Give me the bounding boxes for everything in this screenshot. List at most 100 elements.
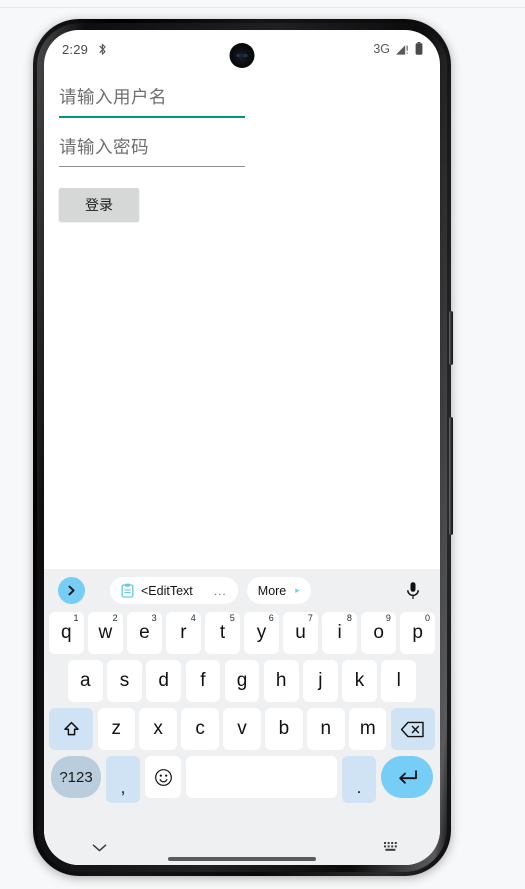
key-s[interactable]: s <box>107 660 142 702</box>
more-chip[interactable]: More ▸ <box>246 577 311 604</box>
key-q-hint: 1 <box>73 613 79 623</box>
key-k[interactable]: k <box>342 660 377 702</box>
key-o[interactable]: 9o <box>361 612 396 654</box>
status-bar-left: 2:29 <box>62 42 108 57</box>
key-e-hint: 3 <box>151 613 157 623</box>
hide-keyboard-button[interactable] <box>90 841 109 854</box>
key-q[interactable]: 1q <box>49 612 84 654</box>
key-f-label: f <box>200 670 206 691</box>
signal-triangle-warning-icon <box>395 43 410 56</box>
voice-input-button[interactable] <box>400 578 426 604</box>
microphone-icon <box>405 581 421 601</box>
key-z[interactable]: z <box>97 708 135 750</box>
power-button[interactable] <box>449 311 453 365</box>
key-l[interactable]: l <box>381 660 417 702</box>
login-button[interactable]: 登录 <box>59 188 139 221</box>
key-m[interactable]: m <box>349 708 387 750</box>
key-v-label: v <box>237 718 247 739</box>
shift-arrow-up-icon <box>61 719 82 740</box>
key-r-label: r <box>180 622 187 643</box>
key-f[interactable]: f <box>185 660 221 702</box>
key-n[interactable]: n <box>307 708 345 750</box>
symbols-key[interactable]: ?123 <box>51 756 101 798</box>
key-a[interactable]: a <box>67 660 103 702</box>
key-g-label: g <box>236 670 248 691</box>
keyboard-row-1: 1q 2w 3e 4r 5t 6y 7u 8i 9o 0p <box>47 612 437 654</box>
key-c-label: c <box>195 718 205 739</box>
key-j[interactable]: j <box>303 660 338 702</box>
password-underline <box>59 166 245 167</box>
username-placeholder: 请输入用户名 <box>59 87 167 107</box>
backspace-delete-icon <box>400 720 425 739</box>
keyboard-switcher-icon <box>383 841 400 853</box>
key-n-label: n <box>320 718 332 739</box>
more-chip-label: More <box>257 583 287 598</box>
key-p-hint: 0 <box>424 613 430 623</box>
key-e[interactable]: 3e <box>127 612 162 654</box>
key-i[interactable]: 8i <box>322 612 357 654</box>
backspace-key[interactable] <box>390 708 435 750</box>
expand-toolbar-button[interactable] <box>58 577 85 604</box>
period-key[interactable]: . <box>342 756 376 803</box>
key-h[interactable]: h <box>263 660 299 702</box>
page-divider-line <box>0 7 525 8</box>
status-bar-right: 3G <box>373 42 423 56</box>
enter-key[interactable] <box>381 756 433 798</box>
key-u[interactable]: 7u <box>283 612 318 654</box>
key-i-label: i <box>337 622 342 643</box>
chevron-down-icon <box>90 841 109 854</box>
key-p[interactable]: 0p <box>400 612 435 654</box>
front-camera-punch-hole <box>229 43 255 68</box>
bluetooth-icon <box>97 42 108 57</box>
key-k-label: k <box>354 670 365 691</box>
key-w-hint: 2 <box>112 613 118 623</box>
key-d-label: d <box>158 670 169 691</box>
space-key[interactable] <box>186 756 337 798</box>
key-o-label: o <box>373 622 384 643</box>
key-u-hint: 7 <box>307 613 313 623</box>
key-b[interactable]: b <box>265 708 303 750</box>
key-u-label: u <box>295 622 306 643</box>
key-d[interactable]: d <box>146 660 181 702</box>
key-i-hint: 8 <box>346 613 352 623</box>
username-input[interactable]: 请输入用户名 <box>59 68 245 118</box>
shift-key[interactable] <box>49 708 94 750</box>
key-z-label: z <box>111 718 121 739</box>
key-m-label: m <box>359 718 376 739</box>
key-w[interactable]: 2w <box>88 612 123 654</box>
key-y[interactable]: 6y <box>244 612 279 654</box>
key-v[interactable]: v <box>223 708 261 750</box>
key-g[interactable]: g <box>224 660 260 702</box>
clipboard-icon <box>121 583 134 598</box>
home-indicator[interactable] <box>168 857 316 861</box>
keyboard-suggestion-toolbar: <EditText ... More ▸ <box>44 569 440 612</box>
clipboard-suggestion-chip[interactable]: <EditText ... <box>110 577 238 604</box>
key-r-hint: 4 <box>190 613 196 623</box>
phone-frame: 2:29 3G 请输入用户名 请输入密码 登录 <EditText ... Mo… <box>33 19 453 876</box>
network-type-label: 3G <box>373 42 390 56</box>
key-b-label: b <box>278 718 290 739</box>
key-t[interactable]: 5t <box>205 612 240 654</box>
key-y-label: y <box>256 622 267 643</box>
volume-button[interactable] <box>449 417 453 535</box>
comma-key[interactable]: , <box>106 756 140 803</box>
key-a-label: a <box>80 670 91 691</box>
phone-screen: 2:29 3G 请输入用户名 请输入密码 登录 <EditText ... Mo… <box>44 30 440 865</box>
key-x[interactable]: x <box>139 708 177 750</box>
login-form: 请输入用户名 请输入密码 登录 <box>44 68 440 221</box>
key-t-label: t <box>219 622 226 643</box>
key-o-hint: 9 <box>385 613 391 623</box>
battery-full-icon <box>415 42 423 56</box>
keyboard-row-3: z x c v b n m <box>47 708 437 750</box>
keyboard-key-rows: 1q 2w 3e 4r 5t 6y 7u 8i 9o 0p a s d f g <box>44 612 440 829</box>
key-r[interactable]: 4r <box>166 612 201 654</box>
chevron-right-icon <box>65 584 78 597</box>
key-y-hint: 6 <box>268 613 274 623</box>
key-c[interactable]: c <box>181 708 219 750</box>
keyboard-switch-button[interactable] <box>383 841 400 853</box>
emoji-key[interactable] <box>145 756 181 798</box>
key-t-hint: 5 <box>229 613 235 623</box>
password-input[interactable]: 请输入密码 <box>59 118 245 167</box>
key-j-label: j <box>318 670 323 691</box>
key-e-label: e <box>139 622 150 643</box>
